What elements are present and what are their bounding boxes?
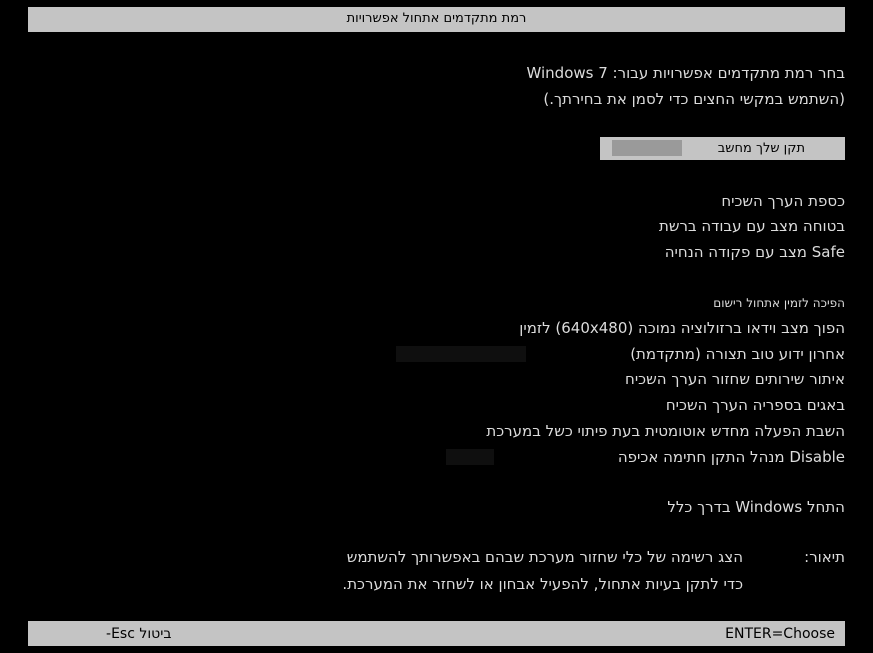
option-6[interactable]: אחרון ידוע טוב תצורה (מתקדמת)	[630, 345, 845, 363]
footer-bar: ביטול Esc- ENTER=Choose	[28, 621, 845, 646]
selection-shade	[612, 140, 682, 156]
option-2[interactable]: בטוחה מצב עם עבודה ברשת	[659, 217, 845, 235]
selected-option-repair[interactable]: תקן שלך מחשב	[600, 137, 845, 160]
option-normal-start[interactable]: התחל Windows בדרך כלל	[667, 498, 845, 516]
esc-hint: ביטול Esc-	[106, 626, 172, 642]
title-bar: רמת מתקדמים אתחול אפשרויות	[28, 7, 845, 32]
option-9[interactable]: השבת הפעלה מחדש אוטומטית בעת פיתוי כשל ב…	[486, 422, 845, 440]
option-4[interactable]: הפיכה לזמין אתחול רישום	[713, 294, 845, 312]
description-line-2: כדי לתקן בעיות אתחול, להפעיל אבחון או לש…	[342, 575, 743, 593]
selected-option-label: תקן שלך מחשב	[717, 141, 805, 156]
intro-line-1: בחר רמת מתקדמים אפשרויות עבור: Windows 7	[526, 64, 846, 82]
description-line-1: הצג רשימה של כלי שחזור מערכת שבהם באפשרו…	[346, 548, 743, 566]
redaction-block	[396, 346, 526, 362]
window-title: רמת מתקדמים אתחול אפשרויות	[346, 11, 527, 26]
option-3[interactable]: Safe מצב עם פקודה הנחיה	[665, 243, 845, 261]
option-1[interactable]: כספת הערך השכיח	[721, 192, 845, 210]
redaction-block	[446, 449, 494, 465]
description-label: תיאור:	[804, 548, 845, 566]
intro-line-2: (השתמש במקשי החצים כדי לסמן את בחירתך.)	[543, 90, 845, 108]
option-8[interactable]: באגים בספריה הערך השכיח	[666, 396, 845, 414]
enter-hint: ENTER=Choose	[725, 626, 835, 642]
option-7[interactable]: איתור שירותים שחזור הערך השכיח	[625, 370, 845, 388]
option-10[interactable]: Disable מנהל התקן חתימה אכיפה	[618, 448, 845, 466]
option-5[interactable]: הפוך מצב וידאו ברזולוציה נמוכה (640x480)…	[519, 319, 845, 337]
